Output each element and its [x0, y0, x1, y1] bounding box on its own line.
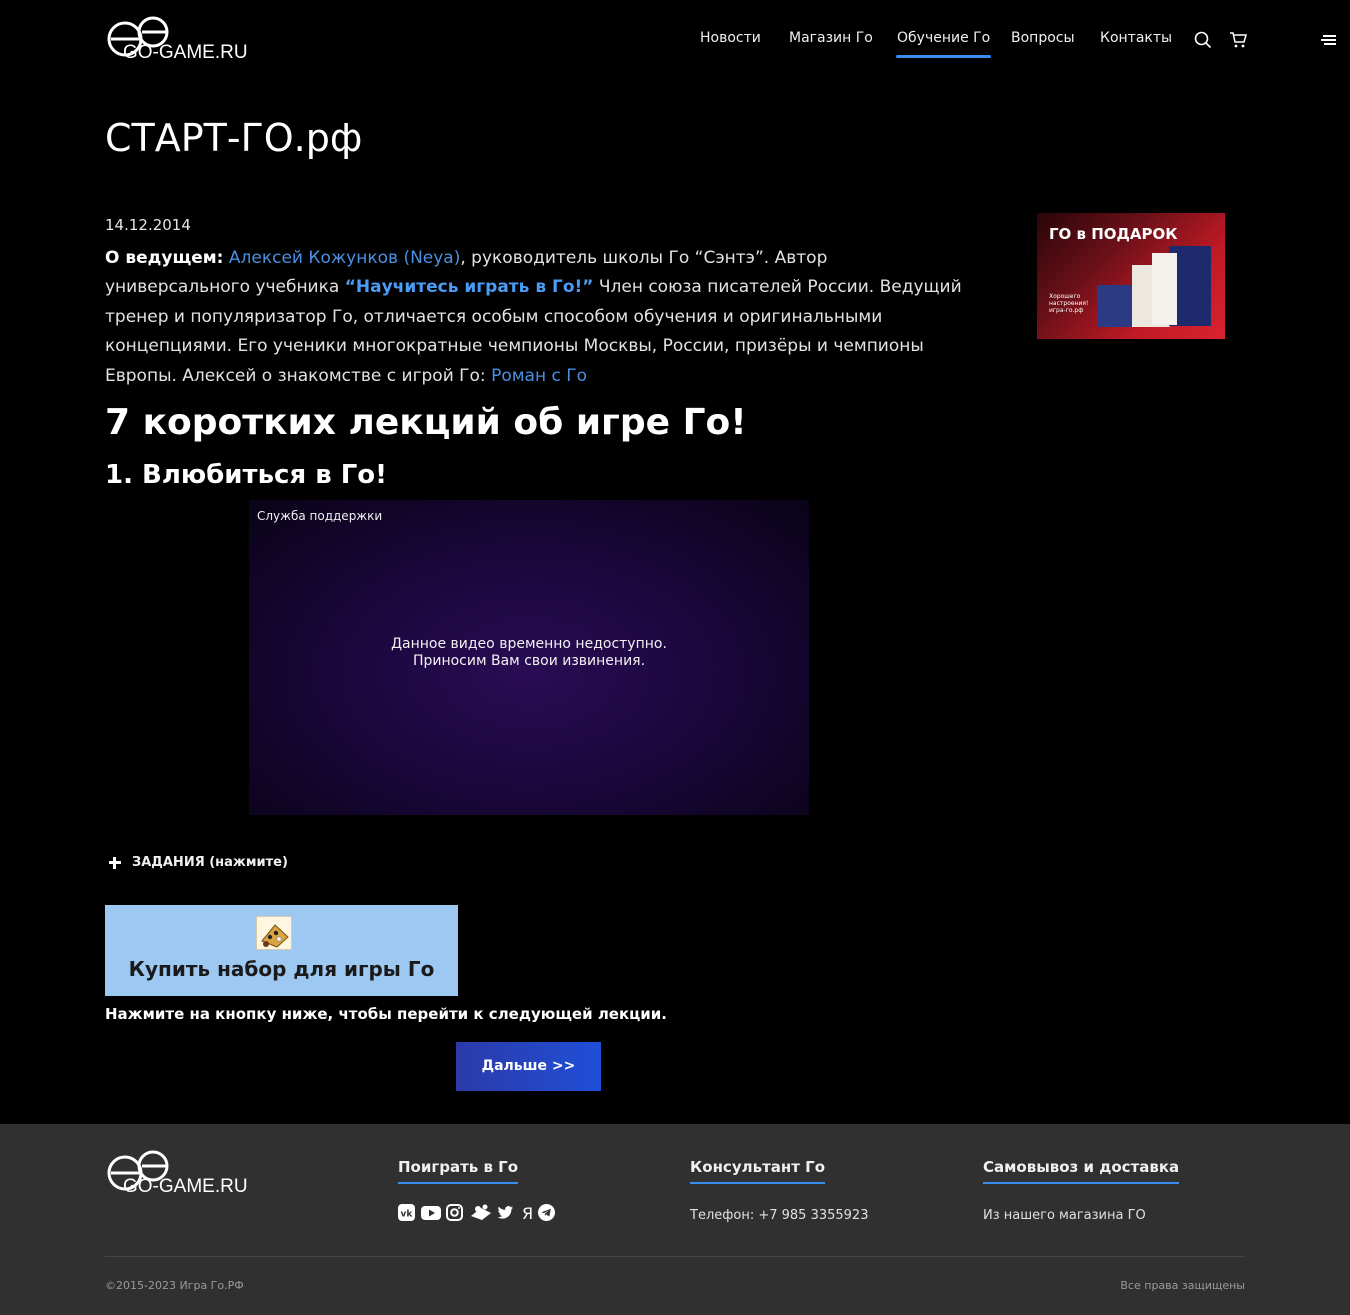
footer-consultant-title: Консультант Го — [690, 1158, 826, 1184]
instagram-icon[interactable] — [446, 1204, 463, 1221]
page-title: СТАРТ-ГО.рф — [105, 116, 363, 160]
footer-delivery-title: Самовывоз и доставка — [983, 1158, 1180, 1184]
next-lecture-note: Нажмите на кнопку ниже, чтобы перейти к … — [105, 1005, 667, 1023]
go-set-icon — [256, 916, 292, 950]
footer-copyright: ©2015-2023 Игра Го.РФ — [105, 1279, 244, 1292]
footer-phone[interactable]: Телефон: +7 985 3355923 — [690, 1208, 868, 1223]
footer-logo[interactable]: GO-GAME.RU — [107, 1148, 252, 1200]
site-header: GO-GAME.RU Новости Магазин Го Обучение Г… — [0, 0, 1350, 80]
promo-title: ГО в ПОДАРОК — [1049, 225, 1178, 243]
intro-lead: О ведущем: — [105, 248, 224, 268]
footer-rights: Все права защищены — [1120, 1279, 1245, 1292]
go-board-icon[interactable] — [470, 1204, 492, 1221]
nav-contacts[interactable]: Контакты — [1100, 30, 1172, 46]
svg-text:Я: Я — [522, 1204, 533, 1221]
nav-shop[interactable]: Магазин Го — [789, 30, 873, 46]
next-lecture-button[interactable]: Дальше >> — [456, 1042, 601, 1091]
promo-box-image — [1097, 285, 1137, 327]
yandex-icon[interactable]: Я — [521, 1204, 533, 1223]
video-player[interactable]: Служба поддержки Данное видео временно н… — [249, 500, 809, 815]
buy-label: Купить набор для игры Го — [128, 957, 435, 981]
video-channel: Служба поддержки — [257, 509, 383, 523]
site-logo[interactable]: GO-GAME.RU — [107, 14, 252, 66]
gift-promo-banner[interactable]: ГО в ПОДАРОК Хорошего настроения! игра-г… — [1037, 213, 1225, 339]
lecture-title: 1. Влюбиться в Го! — [105, 460, 387, 490]
host-link[interactable]: Алексей Кожунков (Neya) — [229, 248, 460, 268]
logo-text: GO-GAME.RU — [123, 42, 248, 63]
post-date: 14.12.2014 — [105, 216, 191, 234]
search-icon[interactable] — [1194, 31, 1212, 49]
host-intro: О ведущем: Алексей Кожунков (Neya), руко… — [105, 244, 970, 391]
promo-box-image — [1152, 253, 1177, 325]
book-link[interactable]: “Научитесь играть в Го!” — [345, 277, 594, 297]
video-unavailable-message: Данное видео временно недоступно. Принос… — [249, 636, 809, 670]
telegram-icon[interactable] — [538, 1204, 555, 1221]
menu-icon[interactable] — [1320, 31, 1338, 49]
footer-divider — [105, 1256, 1245, 1257]
plus-icon — [108, 856, 122, 870]
cart-icon[interactable] — [1229, 31, 1247, 49]
video-message-line-2: Приносим Вам свои извинения. — [412, 653, 646, 669]
footer-play-title: Поиграть в Го — [398, 1158, 519, 1184]
footer-delivery-text: Из нашего магазина ГО — [983, 1208, 1146, 1223]
story-link[interactable]: Роман с Го — [491, 366, 587, 386]
video-message-line-1: Данное видео временно недоступно. — [391, 636, 667, 652]
footer-logo-text: GO-GAME.RU — [123, 1176, 248, 1197]
twitter-icon[interactable] — [497, 1204, 514, 1221]
lectures-heading: 7 коротких лекций об игре Го! — [105, 402, 747, 443]
nav-news[interactable]: Новости — [700, 30, 761, 46]
youtube-icon[interactable] — [421, 1204, 441, 1221]
vk-icon[interactable]: vk — [398, 1204, 415, 1221]
buy-go-set-banner[interactable]: Купить набор для игры Го — [105, 905, 458, 996]
svg-text:vk: vk — [401, 1210, 414, 1220]
tasks-label: ЗАДАНИЯ (нажмите) — [132, 855, 288, 870]
nav-learning[interactable]: Обучение Го — [895, 30, 992, 58]
promo-subtitle: Хорошего настроения! игра-го.рф — [1049, 293, 1089, 314]
nav-questions[interactable]: Вопросы — [1011, 30, 1075, 46]
site-footer: GO-GAME.RU Поиграть в Го vk Я Консультан… — [0, 1124, 1350, 1315]
